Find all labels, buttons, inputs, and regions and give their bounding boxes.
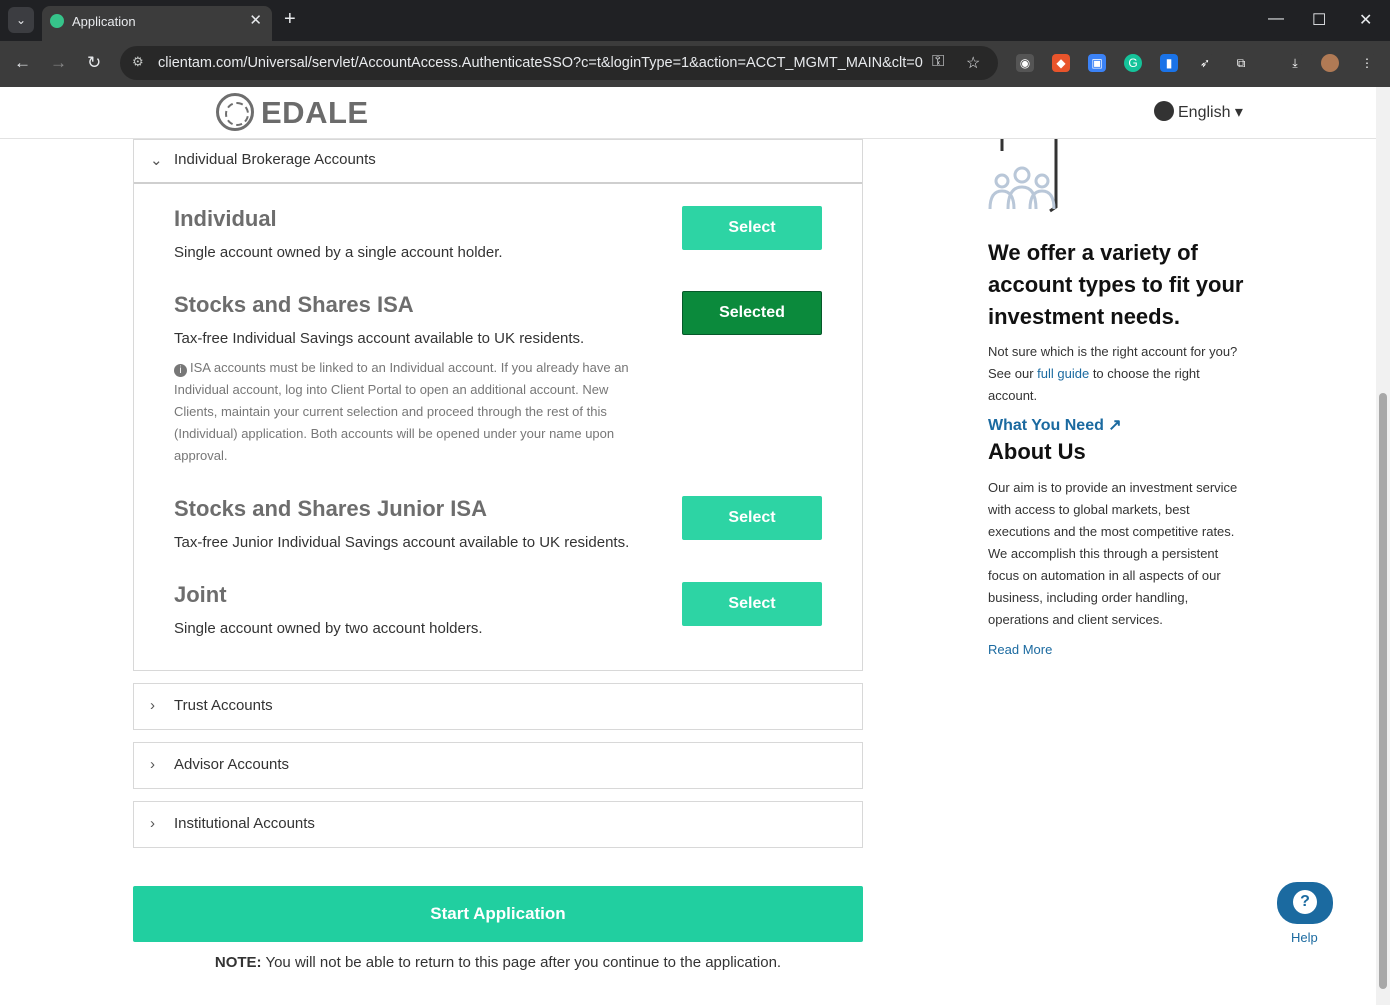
section-label: Individual Brokerage Accounts [174,151,376,168]
section-label: Advisor Accounts [174,756,290,773]
info-icon: i [174,364,187,377]
trust-accounts-header[interactable]: › Trust Accounts [134,684,862,726]
selected-isa-button[interactable]: Selected [682,291,822,335]
individual-accounts-header[interactable]: ⌄ Individual Brokerage Accounts [134,140,862,182]
account-description: Single account owned by a single account… [174,244,503,261]
menu-kebab-icon[interactable]: ⋮ [1358,54,1376,72]
individual-accounts-body: Individual Single account owned by a sin… [134,182,862,670]
browser-titlebar: ⌄ Application ✕ + — ☐ ✕ [0,0,1390,41]
what-you-need-link[interactable]: What You Need ↗ [988,415,1122,435]
account-types-column: ⌄ Individual Brokerage Accounts Individu… [133,139,863,848]
account-joint: Joint Single account owned by two accoun… [174,582,674,637]
advisor-accounts-header[interactable]: › Advisor Accounts [134,743,862,785]
institutional-accounts-panel[interactable]: › Institutional Accounts [133,801,863,848]
logo-text: EDALE [261,95,369,130]
account-title: Stocks and Shares ISA [174,292,414,317]
language-label: English ▾ [1178,104,1243,121]
account-description: Tax-free Junior Individual Savings accou… [174,534,630,551]
new-tab-button[interactable]: + [284,8,296,31]
tab-title: Application [72,14,136,29]
account-isa: Stocks and Shares ISA Tax-free Individua… [174,292,674,467]
download-icon[interactable]: ⤓ [1286,54,1304,72]
section-label: Institutional Accounts [174,815,315,832]
about-us-title: About Us [988,439,1086,464]
blue-extension-icon[interactable]: ▮ [1160,54,1178,72]
note-label: NOTE: [214,954,262,971]
account-individual: Individual Single account owned by a sin… [174,206,674,261]
isa-note-text: ISA accounts must be linked to an Indivi… [174,360,629,463]
people-illustration-icon [988,133,1058,213]
help-button[interactable]: ? [1277,882,1333,924]
account-title: Joint [174,582,227,607]
chevron-down-icon: ⌄ [150,152,163,169]
close-tab-icon[interactable]: ✕ [249,11,262,29]
grammarly-icon[interactable]: G [1124,54,1142,72]
scrollbar-thumb[interactable] [1379,393,1387,989]
start-application-button[interactable]: Start Application [133,886,863,942]
section-label: Trust Accounts [174,697,273,714]
address-bar[interactable]: ⚙ clientam.com/Universal/servlet/Account… [120,46,998,80]
chevron-right-icon: › [150,815,155,832]
minimize-button[interactable]: — [1268,10,1284,28]
sidebar-heading: We offer a variety of account types to f… [988,240,1244,329]
maximize-button[interactable]: ☐ [1312,10,1326,30]
back-button[interactable]: ← [14,53,31,73]
select-individual-button[interactable]: Select [682,206,822,250]
account-junior-isa: Stocks and Shares Junior ISA Tax-free Ju… [174,496,674,551]
globe-icon [1154,101,1174,121]
browser-toolbar: ← → ↻ ⚙ clientam.com/Universal/servlet/A… [0,41,1390,87]
individual-accounts-panel: ⌄ Individual Brokerage Accounts Individu… [133,139,863,671]
logo-icon [216,93,254,131]
trust-accounts-panel[interactable]: › Trust Accounts [133,683,863,730]
extensions-puzzle-icon[interactable]: ⧉ [1232,54,1250,72]
screen-extension-icon[interactable]: ▣ [1088,54,1106,72]
advisor-accounts-panel[interactable]: › Advisor Accounts [133,742,863,789]
isa-info-note: i ISA accounts must be linked to an Indiv… [174,357,654,467]
full-guide-link[interactable]: full guide [1037,366,1089,381]
chevron-right-icon: › [150,697,155,714]
select-junior-isa-button[interactable]: Select [682,496,822,540]
rocket-extension-icon[interactable]: ➶ [1196,54,1214,72]
note-text: You will not be able to return to this p… [261,954,782,971]
page-scrollbar[interactable] [1376,87,1390,1005]
browser-tab[interactable]: Application ✕ [42,6,272,41]
about-us-text: Our aim is to provide an investment serv… [988,480,1238,627]
globe-icon [50,14,64,28]
chevron-right-icon: › [150,756,155,773]
profile-avatar[interactable] [1321,54,1339,72]
close-window-button[interactable]: ✕ [1359,10,1372,30]
account-title: Individual [174,206,277,231]
account-description: Single account owned by two account hold… [174,620,483,637]
help-icon: ? [1293,890,1317,914]
account-description: Tax-free Individual Savings account avai… [174,330,585,347]
url-text[interactable]: clientam.com/Universal/servlet/AccountAc… [158,55,923,71]
forward-button[interactable]: → [50,53,67,73]
sidebar-guide-text: Not sure which is the right account for … [988,341,1238,407]
site-info-icon[interactable]: ⚙ [132,54,144,70]
language-selector[interactable]: English ▾ [1154,101,1243,122]
site-header: EDALE English ▾ [0,87,1376,139]
bookmark-star-icon[interactable]: ☆ [966,53,980,73]
institutional-accounts-header[interactable]: › Institutional Accounts [134,802,862,844]
page-viewport: EDALE English ▾ ⌄ Individual Brokerage A… [0,87,1390,1005]
select-joint-button[interactable]: Select [682,582,822,626]
help-label[interactable]: Help [1291,930,1318,945]
account-title: Stocks and Shares Junior ISA [174,496,487,521]
orange-extension-icon[interactable]: ◆ [1052,54,1070,72]
tab-search-button[interactable]: ⌄ [8,7,34,33]
read-more-link[interactable]: Read More [988,639,1052,661]
password-key-icon[interactable]: ⚿ [932,53,944,71]
camera-extension-icon[interactable]: ◉ [1016,54,1034,72]
reload-button[interactable]: ↻ [87,53,101,73]
continue-note: NOTE: You will not be able to return to … [133,954,863,971]
